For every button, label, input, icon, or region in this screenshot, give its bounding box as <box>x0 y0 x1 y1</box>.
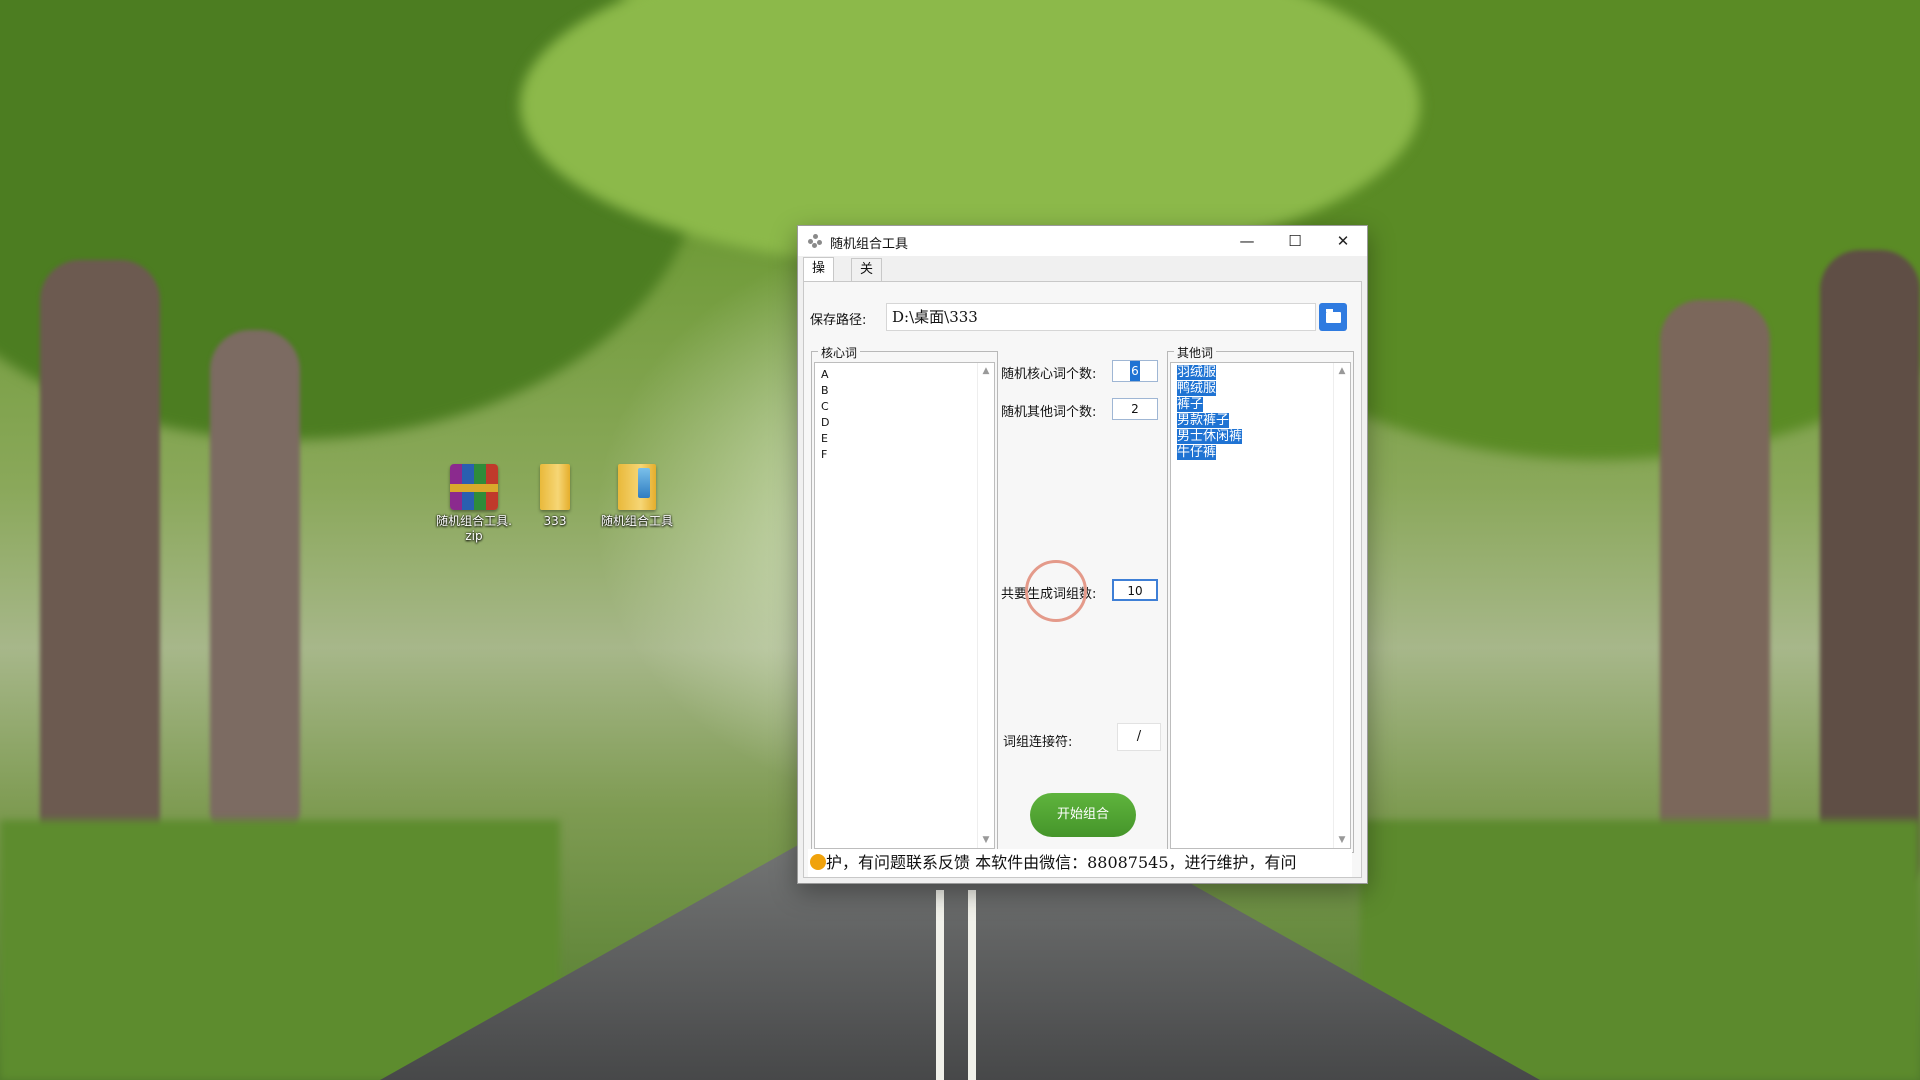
folder-icon <box>540 464 570 510</box>
browse-folder-button[interactable] <box>1319 303 1347 331</box>
list-item[interactable]: F <box>815 447 994 463</box>
maximize-button[interactable]: ☐ <box>1271 226 1319 256</box>
list-item[interactable]: C <box>815 399 994 415</box>
total-groups-label: 共要生成词组数: <box>1001 587 1097 602</box>
desktop-icon-folder-333[interactable]: 333 <box>514 464 596 529</box>
close-button[interactable]: ✕ <box>1319 226 1367 256</box>
road-line <box>936 890 944 1080</box>
app-icon <box>808 234 822 248</box>
list-item-text: 羽绒服 <box>1177 365 1217 380</box>
scroll-down-icon[interactable]: ▼ <box>1334 832 1350 848</box>
list-item-text: 鸭绒服 <box>1177 381 1217 396</box>
random-core-count-value: 6 <box>1130 361 1140 381</box>
list-item[interactable]: E <box>815 431 994 447</box>
minimize-button[interactable]: — <box>1223 226 1271 256</box>
random-other-count-label: 随机其他词个数: <box>1001 405 1097 420</box>
save-path-label: 保存路径: <box>810 313 867 328</box>
list-item[interactable]: B <box>815 383 994 399</box>
wallpaper-trunk <box>1820 250 1920 900</box>
core-words-title: 核心词 <box>818 344 861 361</box>
status-text: 护，有问题联系反馈 本软件由微信：88087545，进行维护，有问 <box>826 853 1297 872</box>
winrar-archive-icon <box>450 464 498 510</box>
list-item[interactable]: A <box>815 367 994 383</box>
scroll-up-icon[interactable]: ▲ <box>978 363 994 379</box>
other-words-title: 其他词 <box>1174 344 1217 361</box>
window-title: 随机组合工具 <box>830 237 909 252</box>
save-path-input[interactable]: D:\桌面\333 <box>886 303 1316 331</box>
random-other-count-input[interactable]: 2 <box>1112 398 1158 420</box>
tab-operate[interactable]: 操作 <box>803 257 835 298</box>
status-marquee: 护，有问题联系反馈 本软件由微信：88087545，进行维护，有问 <box>808 849 1352 877</box>
desktop-icon-label: 随机组合工具.zip <box>436 514 512 543</box>
app-window: 随机组合工具 — ☐ ✕ 操作 关于 保存路径: D:\桌面\333 核心词 A… <box>797 225 1368 884</box>
folder-open-icon <box>1326 309 1341 323</box>
list-item-text: 裤子 <box>1177 397 1204 412</box>
list-item[interactable]: 男款裤子 <box>1171 413 1350 429</box>
list-item-text: 男款裤子 <box>1177 413 1230 428</box>
list-item[interactable]: D <box>815 415 994 431</box>
connector-input[interactable]: / <box>1117 723 1161 751</box>
list-item[interactable]: 鸭绒服 <box>1171 381 1350 397</box>
desktop-icon-folder-tool[interactable]: 随机组合工具 <box>596 464 678 529</box>
list-item-text: 牛仔裤 <box>1177 445 1217 460</box>
other-words-scrollbar[interactable]: ▲ ▼ <box>1333 363 1350 848</box>
desktop-icon-zip[interactable]: 随机组合工具.zip <box>433 464 515 544</box>
start-combine-button[interactable]: 开始组合 <box>1030 793 1136 837</box>
wallpaper-trunk <box>1660 300 1770 860</box>
core-words-scrollbar[interactable]: ▲ ▼ <box>977 363 994 848</box>
list-item-text: 男士休闲裤 <box>1177 429 1243 444</box>
other-words-group: 其他词 羽绒服 鸭绒服 裤子 男款裤子 男士休闲裤 牛仔裤 ▲ ▼ <box>1167 344 1354 853</box>
other-words-list[interactable]: 羽绒服 鸭绒服 裤子 男款裤子 男士休闲裤 牛仔裤 ▲ ▼ <box>1170 362 1351 849</box>
list-item[interactable]: 裤子 <box>1171 397 1350 413</box>
tab-about[interactable]: 关于 <box>851 258 883 299</box>
scroll-down-icon[interactable]: ▼ <box>978 832 994 848</box>
wallpaper-trunk <box>210 330 300 850</box>
total-groups-input[interactable]: 10 <box>1112 579 1158 601</box>
list-item[interactable]: 羽绒服 <box>1171 365 1350 381</box>
desktop-icon-label: 333 <box>543 514 567 528</box>
list-item[interactable]: 牛仔裤 <box>1171 445 1350 461</box>
scroll-up-icon[interactable]: ▲ <box>1334 363 1350 379</box>
random-core-count-label: 随机核心词个数: <box>1001 367 1097 382</box>
core-words-list[interactable]: A B C D E F ▲ ▼ <box>814 362 995 849</box>
title-bar[interactable]: 随机组合工具 — ☐ ✕ <box>798 226 1367 256</box>
info-icon <box>810 854 826 870</box>
random-core-count-input[interactable]: 6 <box>1112 360 1158 382</box>
folder-icon <box>618 464 656 510</box>
desktop-icon-label: 随机组合工具 <box>600 514 673 528</box>
connector-label: 词组连接符: <box>1003 735 1073 750</box>
road-line <box>968 890 976 1080</box>
core-words-group: 核心词 A B C D E F ▲ ▼ <box>811 344 998 853</box>
list-item[interactable]: 男士休闲裤 <box>1171 429 1350 445</box>
